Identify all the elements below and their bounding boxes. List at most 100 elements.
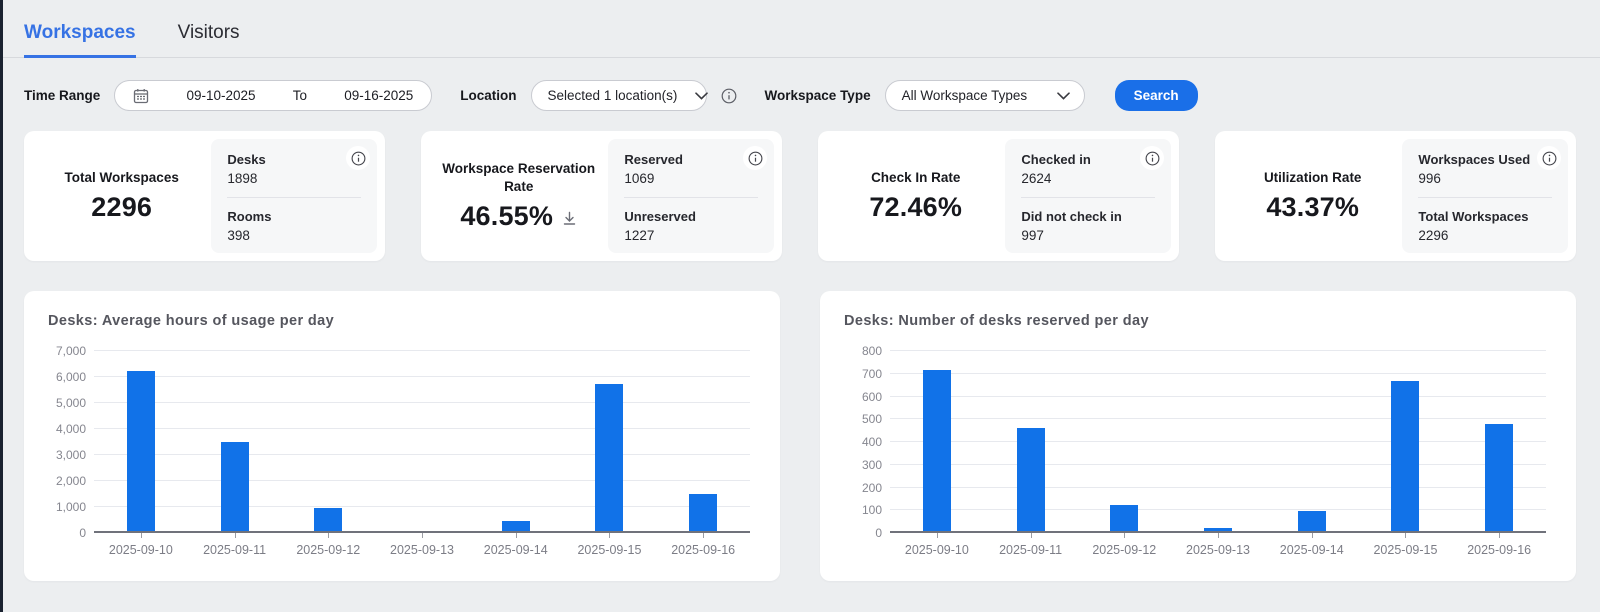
x-tick: 2025-09-12 [281, 533, 375, 571]
bar-slot [1077, 351, 1171, 533]
tab-bar: Workspaces Visitors [0, 0, 1600, 58]
location-select[interactable]: Selected 1 location(s) [531, 80, 707, 111]
stat-card-details-panel: Reserved 1069 Unreserved 1227 [608, 139, 774, 253]
stat-card-details-panel: Checked in 2624 Did not check in 997 [1005, 139, 1171, 253]
detail-label: Desks [227, 152, 361, 167]
x-tick-label: 2025-09-16 [1467, 543, 1531, 557]
y-tick-label: 4,000 [54, 422, 86, 436]
x-tick-label: 2025-09-15 [577, 543, 641, 557]
stat-card-title: Total Workspaces [65, 169, 179, 187]
plot-area [94, 351, 750, 533]
bar-slot [188, 351, 282, 533]
bar-2025-09-10 [127, 371, 155, 534]
chart-title: Desks: Average hours of usage per day [48, 313, 756, 329]
bar-slot [469, 351, 563, 533]
bar-slot [563, 351, 657, 533]
info-icon[interactable] [743, 146, 767, 170]
x-axis-labels: 2025-09-102025-09-112025-09-122025-09-13… [890, 533, 1546, 571]
divider [624, 197, 758, 198]
y-tick-label: 0 [54, 526, 86, 540]
x-tick-label: 2025-09-14 [484, 543, 548, 557]
x-axis-baseline [94, 531, 750, 533]
stat-card-utilization-rate: Utilization Rate 43.37% Workspaces Used … [1215, 131, 1576, 261]
detail-value: 2624 [1021, 171, 1155, 186]
bar-2025-09-12 [1110, 505, 1138, 533]
calendar-icon[interactable] [133, 88, 149, 104]
detail-label: Unreserved [624, 209, 758, 224]
stat-card-title: Workspace Reservation Rate [439, 160, 598, 196]
date-to-value: 09-16-2025 [344, 88, 413, 103]
bar-2025-09-14 [1298, 511, 1326, 533]
divider [1418, 197, 1552, 198]
x-tick: 2025-09-14 [469, 533, 563, 571]
chevron-down-icon [1057, 92, 1070, 100]
info-icon[interactable] [346, 146, 370, 170]
workspace-type-select[interactable]: All Workspace Types [885, 80, 1085, 111]
detail-label: Reserved [624, 152, 758, 167]
bar-2025-09-16 [1485, 424, 1513, 533]
chevron-down-icon [695, 92, 708, 100]
x-tick: 2025-09-15 [1359, 533, 1453, 571]
y-tick-label: 700 [850, 367, 882, 381]
y-tick-label: 800 [850, 344, 882, 358]
search-button[interactable]: Search [1115, 80, 1198, 111]
x-tick-label: 2025-09-12 [1092, 543, 1156, 557]
detail-label: Rooms [227, 209, 361, 224]
detail-value: 1898 [227, 171, 361, 186]
stat-card-title: Utilization Rate [1264, 169, 1362, 187]
detail-value: 996 [1418, 171, 1552, 186]
x-tick: 2025-09-12 [1077, 533, 1171, 571]
stat-card-details-panel: Workspaces Used 996 Total Workspaces 229… [1402, 139, 1568, 253]
y-tick-label: 500 [850, 412, 882, 426]
bar-2025-09-11 [221, 442, 249, 533]
y-tick-label: 2,000 [54, 474, 86, 488]
x-tick-label: 2025-09-15 [1373, 543, 1437, 557]
chart-title: Desks: Number of desks reserved per day [844, 313, 1552, 329]
plot-area [890, 351, 1546, 533]
bar-2025-09-15 [1391, 381, 1419, 533]
detail-label: Workspaces Used [1418, 152, 1552, 167]
window-edge [0, 0, 3, 612]
x-tick: 2025-09-16 [1452, 533, 1546, 571]
bar-slot [1265, 351, 1359, 533]
location-info-icon[interactable] [721, 88, 737, 104]
stat-cards-row: Total Workspaces 2296 Desks 1898 Rooms 3… [24, 131, 1576, 261]
detail-value: 2296 [1418, 228, 1552, 243]
detail-value: 997 [1021, 228, 1155, 243]
download-icon[interactable] [562, 211, 577, 226]
y-tick-label: 600 [850, 390, 882, 404]
x-tick: 2025-09-16 [656, 533, 750, 571]
info-icon[interactable] [1140, 146, 1164, 170]
tab-workspaces[interactable]: Workspaces [24, 22, 136, 57]
stat-card-total-workspaces: Total Workspaces 2296 Desks 1898 Rooms 3… [24, 131, 385, 261]
y-axis-labels: 0100200300400500600700800 [848, 351, 882, 533]
chart-card-desks-reserved: Desks: Number of desks reserved per day … [820, 291, 1576, 581]
x-tick-label: 2025-09-16 [671, 543, 735, 557]
stat-card-reservation-rate: Workspace Reservation Rate 46.55% Reserv… [421, 131, 782, 261]
x-tick-label: 2025-09-11 [203, 543, 266, 557]
tab-visitors[interactable]: Visitors [178, 22, 240, 57]
stat-card-check-in-rate: Check In Rate 72.46% Checked in 2624 Did… [818, 131, 1179, 261]
bar-slot [984, 351, 1078, 533]
bar-slot [1452, 351, 1546, 533]
x-tick: 2025-09-15 [563, 533, 657, 571]
y-tick-label: 200 [850, 481, 882, 495]
y-axis-labels: 01,0002,0003,0004,0005,0006,0007,000 [52, 351, 86, 533]
workspace-type-label: Workspace Type [765, 88, 871, 103]
date-range-input[interactable]: 09-10-2025 To 09-16-2025 [114, 80, 432, 111]
detail-label: Checked in [1021, 152, 1155, 167]
info-icon[interactable] [1537, 146, 1561, 170]
x-tick: 2025-09-14 [1265, 533, 1359, 571]
x-tick-label: 2025-09-12 [296, 543, 360, 557]
y-tick-label: 5,000 [54, 396, 86, 410]
bar-2025-09-12 [314, 508, 342, 533]
stat-card-title: Check In Rate [871, 169, 960, 187]
x-tick: 2025-09-13 [375, 533, 469, 571]
x-tick-label: 2025-09-13 [390, 543, 454, 557]
y-tick-label: 3,000 [54, 448, 86, 462]
chart-card-desk-usage: Desks: Average hours of usage per day 01… [24, 291, 780, 581]
bar-slot [1171, 351, 1265, 533]
y-tick-label: 6,000 [54, 370, 86, 384]
bars [890, 351, 1546, 533]
x-tick-label: 2025-09-11 [999, 543, 1062, 557]
